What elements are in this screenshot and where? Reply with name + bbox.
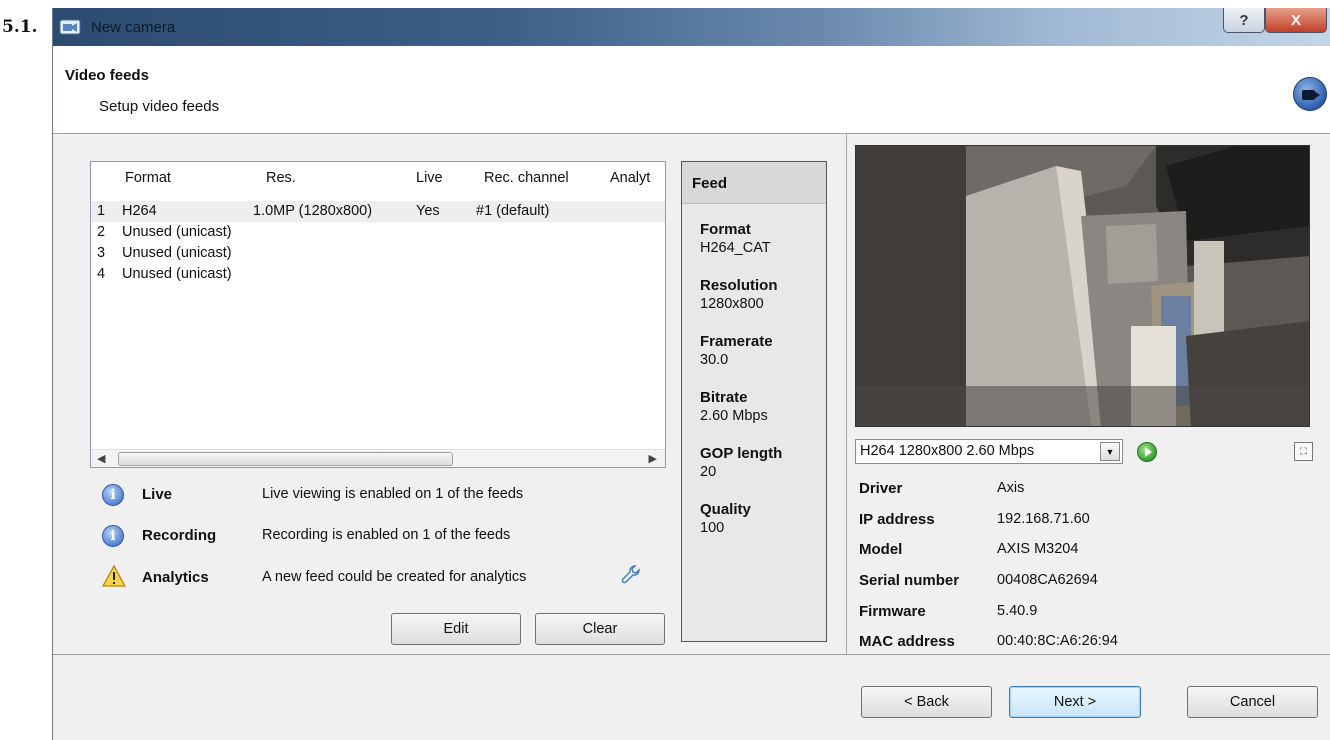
- cell-format: Unused (unicast): [122, 245, 232, 261]
- camera-window-icon: [59, 19, 81, 35]
- stream-select-value: H264 1280x800 2.60 Mbps: [860, 443, 1035, 459]
- cell-format: Unused (unicast): [122, 266, 232, 282]
- camera-info-label: IP address: [859, 511, 935, 528]
- back-button[interactable]: < Back: [861, 686, 992, 718]
- feed-field-value: H264_CAT: [700, 240, 771, 256]
- horizontal-scrollbar[interactable]: ◀ ▶: [91, 449, 665, 467]
- feed-details-panel: Feed Format H264_CAT Resolution 1280x800…: [681, 161, 827, 642]
- feed-field-value: 20: [700, 464, 717, 480]
- feed-panel-header: Feed: [682, 162, 826, 204]
- panel-divider: [846, 134, 847, 654]
- feed-field-value: 2.60 Mbps: [700, 408, 768, 424]
- cell-format: H264: [122, 203, 157, 219]
- scroll-left-icon[interactable]: ◀: [97, 452, 105, 465]
- status-text-recording: Recording is enabled on 1 of the feeds: [262, 527, 511, 543]
- edit-button[interactable]: Edit: [391, 613, 521, 645]
- camera-info-value: 5.40.9: [997, 603, 1038, 619]
- camera-info-label: Firmware: [859, 603, 926, 620]
- window-title: New camera: [91, 19, 176, 36]
- status-text-live: Live viewing is enabled on 1 of the feed…: [262, 486, 524, 502]
- cell-rec-channel: #1 (default): [476, 203, 550, 219]
- camera-info-label: Model: [859, 541, 903, 558]
- new-camera-dialog: New camera ? X Video feeds Setup video f…: [52, 8, 1330, 740]
- cancel-button[interactable]: Cancel: [1187, 686, 1318, 718]
- camera-info-value: 00408CA62694: [997, 572, 1098, 588]
- column-header-format[interactable]: Format: [125, 170, 171, 186]
- camera-info-value: 192.168.71.60: [997, 511, 1090, 527]
- feed-field-value: 30.0: [700, 352, 729, 368]
- column-header-rec-channel[interactable]: Rec. channel: [484, 170, 569, 186]
- clear-button[interactable]: Clear: [535, 613, 665, 645]
- scroll-right-icon[interactable]: ▶: [649, 452, 657, 465]
- fullscreen-icon[interactable]: ⛶: [1294, 442, 1313, 461]
- table-row[interactable]: 1 H264 1.0MP (1280x800) Yes #1 (default): [91, 201, 665, 222]
- page-subtitle: Setup video feeds: [99, 98, 220, 115]
- feed-field-value: 100: [700, 520, 725, 536]
- row-number: 4: [97, 266, 106, 282]
- close-button[interactable]: X: [1265, 8, 1327, 33]
- camera-preview: [855, 145, 1310, 427]
- warning-icon: [102, 565, 126, 587]
- section-number: 5.1.: [2, 17, 38, 37]
- page-title: Video feeds: [65, 67, 149, 84]
- next-button[interactable]: Next >: [1009, 686, 1141, 718]
- feed-field-label: Bitrate: [700, 389, 748, 406]
- status-label-live: Live: [142, 486, 173, 503]
- camera-info-value: Axis: [997, 480, 1025, 496]
- feed-field-label: Resolution: [700, 277, 778, 294]
- table-row[interactable]: 4 Unused (unicast): [91, 264, 665, 285]
- stream-select[interactable]: H264 1280x800 2.60 Mbps ▼: [855, 439, 1123, 464]
- row-number: 3: [97, 245, 106, 261]
- feed-field-label: GOP length: [700, 445, 783, 462]
- status-text-analytics: A new feed could be created for analytic…: [262, 569, 527, 585]
- feed-field-label: Format: [700, 221, 751, 238]
- status-label-recording: Recording: [142, 527, 217, 544]
- table-row[interactable]: 3 Unused (unicast): [91, 243, 665, 264]
- help-button[interactable]: ?: [1223, 8, 1265, 33]
- feed-field-label: Framerate: [700, 333, 773, 350]
- title-bar[interactable]: New camera ? X: [53, 8, 1330, 46]
- column-header-live[interactable]: Live: [416, 170, 443, 186]
- row-number: 2: [97, 224, 106, 240]
- camera-preview-image: [856, 146, 1309, 426]
- status-label-analytics: Analytics: [142, 569, 209, 586]
- chevron-down-icon[interactable]: ▼: [1100, 442, 1120, 461]
- feed-panel-title: Feed: [692, 175, 728, 192]
- camera-info-value: 00:40:8C:A6:26:94: [997, 633, 1118, 649]
- cell-format: Unused (unicast): [122, 224, 232, 240]
- page-header: Video feeds Setup video feeds: [53, 46, 1330, 134]
- table-row[interactable]: 2 Unused (unicast): [91, 222, 665, 243]
- camera-info-label: MAC address: [859, 633, 955, 650]
- table-header: Format Res. Live Rec. channel Analyt: [91, 162, 665, 195]
- footer-divider: [53, 654, 1330, 655]
- scrollbar-thumb[interactable]: [118, 452, 453, 466]
- video-camera-icon: [1293, 77, 1327, 111]
- wrench-icon[interactable]: [620, 564, 642, 586]
- feed-field-label: Quality: [700, 501, 751, 518]
- feed-field-value: 1280x800: [700, 296, 764, 312]
- row-number: 1: [97, 203, 106, 219]
- column-header-res[interactable]: Res.: [266, 170, 296, 186]
- feeds-table[interactable]: Format Res. Live Rec. channel Analyt 1 H…: [90, 161, 666, 468]
- camera-info-label: Serial number: [859, 572, 960, 589]
- cell-live: Yes: [416, 203, 440, 219]
- play-icon[interactable]: [1137, 442, 1157, 462]
- camera-info-label: Driver: [859, 480, 903, 497]
- camera-info-value: AXIS M3204: [997, 541, 1079, 557]
- cell-res: 1.0MP (1280x800): [253, 203, 373, 219]
- info-icon: i: [102, 525, 124, 547]
- info-icon: i: [102, 484, 124, 506]
- column-header-analytics[interactable]: Analyt: [610, 170, 650, 186]
